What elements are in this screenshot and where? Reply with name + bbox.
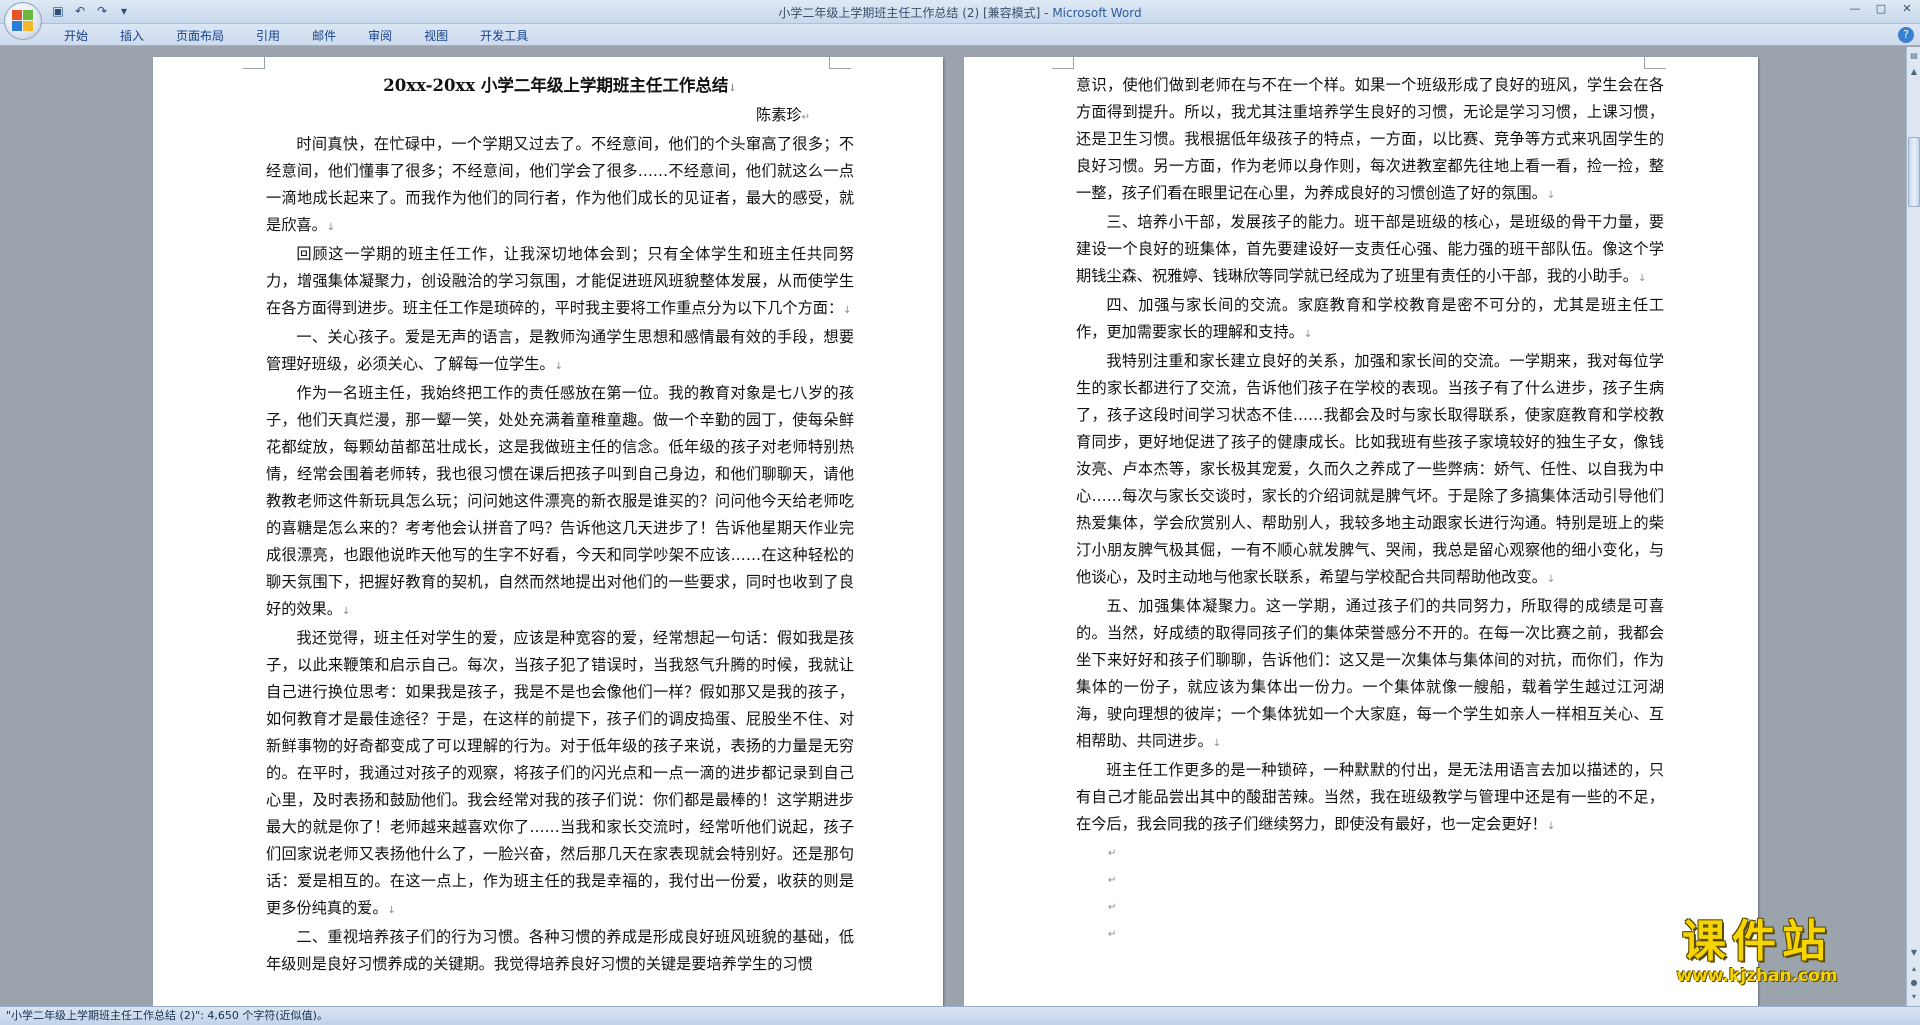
- scrollbar-thumb[interactable]: [1908, 137, 1920, 207]
- watermark-url: www.kjzhan.com: [1676, 966, 1838, 986]
- ribbon-tab[interactable]: 视图: [420, 27, 452, 44]
- paragraph: 五、加强集体凝聚力。这一学期，通过孩子们的共同努力，所取得的成绩是可喜的。当然，…: [1076, 597, 1664, 750]
- paragraph-mark-icon: ↓: [1303, 329, 1313, 340]
- ribbon-tab[interactable]: 引用: [252, 27, 284, 44]
- ribbon-tab-bar: 开始 插入 页面布局 引用 邮件 审阅 视图 开发工具 ?: [0, 24, 1920, 46]
- office-logo-icon: [12, 10, 34, 32]
- watermark-text: 课件站: [1682, 916, 1832, 967]
- paragraph: 三、培养小干部，发展孩子的能力。班干部是班级的核心，是班级的骨干力量，要建设一个…: [1076, 213, 1664, 285]
- ribbon-tab[interactable]: 邮件: [308, 27, 340, 44]
- previous-page-icon[interactable]: ▴: [1908, 962, 1920, 976]
- margin-corner-mark: [829, 57, 851, 69]
- browse-object-icon[interactable]: ●: [1908, 976, 1920, 990]
- paragraph: 四、加强与家长间的交流。家庭教育和学校教育是密不可分的，尤其是班主任工作，更加需…: [1076, 296, 1664, 341]
- paragraph-mark-icon: ↓: [843, 305, 852, 316]
- paragraph-mark-icon: ↓: [326, 222, 336, 233]
- paragraph-mark-icon: ↓: [387, 905, 396, 916]
- margin-corner-mark: [1052, 57, 1074, 69]
- ribbon-tab[interactable]: 页面布局: [172, 27, 228, 44]
- paragraph: 我特别注重和家长建立良好的关系，加强和家长间的交流。一学期来，我对每位学生的家长…: [1076, 352, 1664, 586]
- paragraph: 意识，使他们做到老师在与不在一个样。如果一个班级形成了良好的班风，学生会在各方面…: [1076, 76, 1664, 202]
- page-right-content[interactable]: 意识，使他们做到老师在与不在一个样。如果一个班级形成了良好的班风，学生会在各方面…: [1076, 72, 1664, 948]
- status-text: "小学二年级上学期班主任工作总结 (2)": 4,650 个字符(近似值)。: [6, 1009, 328, 1022]
- maximize-icon[interactable]: □: [1868, 0, 1894, 18]
- title-bar: ▣ ↶ ↷ ▾ 小学二年级上学期班主任工作总结 (2) [兼容模式] - Mic…: [0, 0, 1920, 24]
- paragraph: 班主任工作更多的是一种锁碎，一种默默的付出，是无法用语言去加以描述的，只有自己才…: [1076, 761, 1664, 833]
- document-heading: 20xx-20xx 小学二年级上学期班主任工作总结↓: [383, 76, 737, 95]
- paragraph-mark-icon: ↓: [1212, 738, 1222, 749]
- ribbon-tab[interactable]: 审阅: [364, 27, 396, 44]
- ribbon-tabs: 开始 插入 页面布局 引用 邮件 审阅 视图 开发工具: [60, 27, 532, 44]
- paragraph: 作为一名班主任，我始终把工作的责任感放在第一位。我的教育对象是七八岁的孩子，他们…: [266, 384, 854, 618]
- scroll-down-icon[interactable]: ▼: [1908, 946, 1920, 960]
- paragraph-mark-icon: ↓: [554, 361, 563, 372]
- minimize-icon[interactable]: —: [1842, 0, 1868, 18]
- page-left[interactable]: 20xx-20xx 小学二年级上学期班主任工作总结↓ 陈素珍↵ 时间真快，在忙碌…: [153, 57, 943, 1006]
- left-paragraphs: 时间真快，在忙碌中，一个学期又过去了。不经意间，他们的个头窜高了很多；不经意间，…: [266, 131, 854, 978]
- paragraph-mark-icon: ↓: [1546, 574, 1556, 585]
- paragraph-mark-icon: ↓: [1546, 821, 1556, 832]
- margin-corner-mark: [243, 57, 265, 69]
- watermark-logo: 课件站 www.kjzhan.com: [1626, 918, 1888, 988]
- paragraph-mark-icon: ↓: [341, 606, 351, 617]
- vertical-scrollbar[interactable]: ▤ ▲ ▼ ▴ ● ▾: [1906, 47, 1920, 1006]
- document-title-text: 小学二年级上学期班主任工作总结 (2) [兼容模式] -: [778, 6, 1053, 20]
- ruler-toggle-icon[interactable]: ▤: [1908, 49, 1920, 63]
- paragraph-mark-icon: ↵: [1108, 929, 1117, 940]
- paragraph-mark-icon: ↵: [1108, 875, 1117, 886]
- page-left-content[interactable]: 20xx-20xx 小学二年级上学期班主任工作总结↓ 陈素珍↵ 时间真快，在忙碌…: [266, 72, 854, 978]
- ribbon-tab[interactable]: 插入: [116, 27, 148, 44]
- margin-corner-mark: [1644, 57, 1666, 69]
- paragraph: 回顾这一学期的班主任工作，让我深切地体会到；只有全体学生和班主任共同努力，增强集…: [266, 245, 854, 317]
- status-bar: "小学二年级上学期班主任工作总结 (2)": 4,650 个字符(近似值)。: [0, 1006, 1920, 1025]
- empty-paragraphs: ↵ ↵ ↵ ↵: [1076, 840, 1664, 948]
- close-icon[interactable]: ✕: [1894, 0, 1920, 18]
- scroll-up-icon[interactable]: ▲: [1908, 65, 1920, 79]
- window-title: 小学二年级上学期班主任工作总结 (2) [兼容模式] - Microsoft W…: [0, 4, 1920, 21]
- app-name-text: Microsoft Word: [1052, 6, 1142, 20]
- paragraph-mark-icon: ↵: [1108, 902, 1117, 913]
- office-button[interactable]: [4, 2, 42, 40]
- paragraph-mark-icon: ↓: [1546, 190, 1556, 201]
- ribbon-tab[interactable]: 开发工具: [476, 27, 532, 44]
- document-area[interactable]: 20xx-20xx 小学二年级上学期班主任工作总结↓ 陈素珍↵ 时间真快，在忙碌…: [0, 47, 1906, 1006]
- right-paragraphs: 意识，使他们做到老师在与不在一个样。如果一个班级形成了良好的班风，学生会在各方面…: [1076, 72, 1664, 840]
- paragraph-mark-icon: ↵: [1108, 848, 1117, 859]
- paragraph: 二、重视培养孩子们的行为习惯。各种习惯的养成是形成良好班风班貌的基础，低年级则是…: [266, 928, 854, 973]
- paragraph-mark-icon: ↓: [1637, 273, 1647, 284]
- ribbon-tab[interactable]: 开始: [60, 27, 92, 44]
- help-icon[interactable]: ?: [1898, 27, 1914, 43]
- next-page-icon[interactable]: ▾: [1908, 990, 1920, 1004]
- document-author: 陈素珍↵: [756, 106, 810, 124]
- window-controls: — □ ✕: [1842, 0, 1920, 18]
- paragraph: 我还觉得，班主任对学生的爱，应该是种宽容的爱，经常想起一句话：假如我是孩子，以此…: [266, 629, 854, 917]
- paragraph: 一、关心孩子。爱是无声的语言，是教师沟通学生思想和感情最有效的手段，想要管理好班…: [266, 328, 854, 373]
- paragraph: 时间真快，在忙碌中，一个学期又过去了。不经意间，他们的个头窜高了很多；不经意间，…: [266, 135, 854, 234]
- page-right[interactable]: 意识，使他们做到老师在与不在一个样。如果一个班级形成了良好的班风，学生会在各方面…: [964, 57, 1758, 1006]
